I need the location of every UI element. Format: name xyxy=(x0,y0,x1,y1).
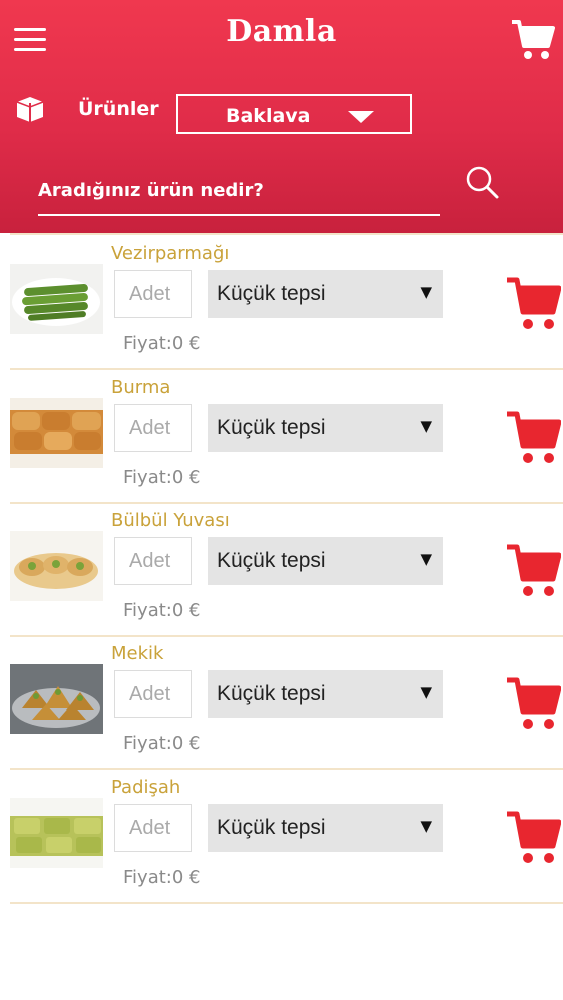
dropdown-arrow-icon: ▼ xyxy=(420,417,432,435)
add-to-cart-icon[interactable] xyxy=(505,808,562,866)
size-dropdown-value: Küçük tepsi xyxy=(217,549,326,572)
dropdown-arrow-icon: ▼ xyxy=(420,283,432,301)
chevron-down-icon xyxy=(348,111,374,123)
product-price: Fiyat:0 € xyxy=(123,600,201,621)
quantity-input[interactable] xyxy=(114,804,192,852)
product-row: Vezirparmağı Küçük tepsi ▼ Fiyat:0 € xyxy=(0,236,563,370)
product-price: Fiyat:0 € xyxy=(123,333,201,354)
product-image xyxy=(10,264,103,334)
app-title: Damla xyxy=(226,14,337,49)
size-dropdown-value: Küçük tepsi xyxy=(217,282,326,305)
quantity-input[interactable] xyxy=(114,670,192,718)
category-dropdown[interactable]: Baklava xyxy=(176,94,412,134)
size-dropdown[interactable]: Küçük tepsi ▼ xyxy=(208,537,443,585)
divider xyxy=(10,902,563,904)
product-image xyxy=(10,531,103,601)
product-row: Mekik Küçük tepsi ▼ Fiyat:0 € xyxy=(0,636,563,770)
app-header: Damla Ürünler Baklava xyxy=(0,0,563,233)
product-image xyxy=(10,398,103,468)
add-to-cart-icon[interactable] xyxy=(505,408,562,466)
quantity-input[interactable] xyxy=(114,270,192,318)
add-to-cart-icon[interactable] xyxy=(505,274,562,332)
add-to-cart-icon[interactable] xyxy=(505,674,562,732)
category-dropdown-value: Baklava xyxy=(226,105,311,127)
product-name: Vezirparmağı xyxy=(111,243,230,264)
quantity-input[interactable] xyxy=(114,404,192,452)
product-price: Fiyat:0 € xyxy=(123,467,201,488)
size-dropdown[interactable]: Küçük tepsi ▼ xyxy=(208,670,443,718)
shopping-cart-icon[interactable] xyxy=(510,18,556,62)
category-label: Ürünler xyxy=(78,98,159,120)
dropdown-arrow-icon: ▼ xyxy=(420,550,432,568)
size-dropdown-value: Küçük tepsi xyxy=(217,416,326,439)
product-row: Padişah Küçük tepsi ▼ Fiyat:0 € xyxy=(0,770,563,904)
size-dropdown[interactable]: Küçük tepsi ▼ xyxy=(208,804,443,852)
category-icon xyxy=(15,95,45,123)
product-image xyxy=(10,664,103,734)
quantity-input[interactable] xyxy=(114,537,192,585)
size-dropdown[interactable]: Küçük tepsi ▼ xyxy=(208,404,443,452)
dropdown-arrow-icon: ▼ xyxy=(420,817,432,835)
dropdown-arrow-icon: ▼ xyxy=(420,683,432,701)
product-image xyxy=(10,798,103,868)
product-name: Padişah xyxy=(111,777,181,798)
product-price: Fiyat:0 € xyxy=(123,733,201,754)
add-to-cart-icon[interactable] xyxy=(505,541,562,599)
product-name: Burma xyxy=(111,377,171,398)
size-dropdown-value: Küçük tepsi xyxy=(217,816,326,839)
search-input[interactable] xyxy=(38,166,440,216)
product-name: Bülbül Yuvası xyxy=(111,510,230,531)
product-row: Bülbül Yuvası Küçük tepsi ▼ Fiyat:0 € xyxy=(0,503,563,637)
product-price: Fiyat:0 € xyxy=(123,867,201,888)
product-row: Burma Küçük tepsi ▼ Fiyat:0 € xyxy=(0,370,563,504)
divider xyxy=(10,233,563,235)
size-dropdown[interactable]: Küçük tepsi ▼ xyxy=(208,270,443,318)
search-icon[interactable] xyxy=(464,164,500,200)
product-name: Mekik xyxy=(111,643,164,664)
size-dropdown-value: Küçük tepsi xyxy=(217,682,326,705)
